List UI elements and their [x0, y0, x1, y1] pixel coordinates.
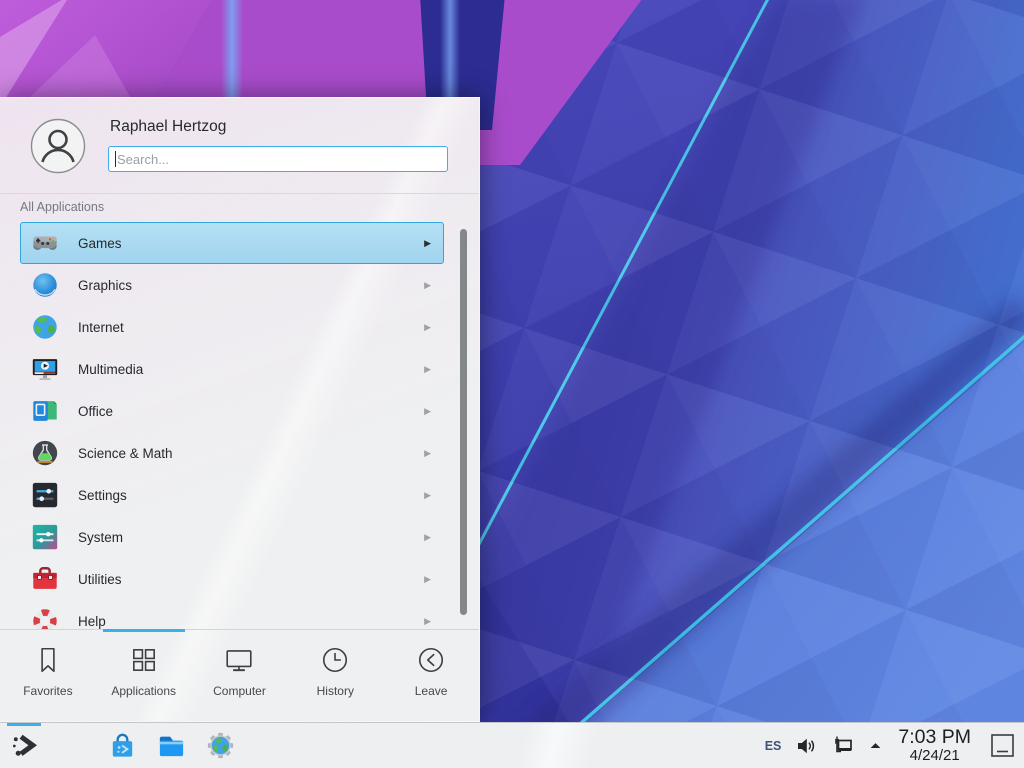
science-flask-icon [30, 438, 60, 468]
submenu-arrow-icon: ▶ [424, 280, 431, 291]
search-input[interactable] [108, 146, 448, 172]
apps-grid-icon [129, 645, 159, 675]
kickoff-icon [9, 730, 40, 761]
category-label: Help [78, 614, 106, 629]
section-label: All Applications [20, 200, 104, 214]
submenu-arrow-icon: ▶ [424, 238, 431, 249]
category-label: System [78, 530, 123, 545]
tray-icon-expand-tray[interactable] [868, 734, 883, 758]
show-desktop-icon [989, 732, 1016, 759]
category-row-multimedia[interactable]: Multimedia ▶ [20, 348, 444, 390]
submenu-arrow-icon: ▶ [424, 574, 431, 585]
earth-globe-icon [30, 312, 60, 342]
category-label: Internet [78, 320, 124, 335]
taskbar-app-discover[interactable] [104, 723, 140, 768]
category-label: Games [78, 236, 122, 251]
category-label: Graphics [78, 278, 132, 293]
speaker-icon [794, 734, 818, 758]
taskbar-app-application-launcher[interactable] [6, 723, 42, 768]
user-avatar-icon [30, 118, 86, 174]
leave-icon [416, 645, 446, 675]
taskbar-app-file-manager[interactable] [153, 723, 189, 768]
discover-bag-icon [107, 730, 138, 761]
tray-icon-volume[interactable] [794, 734, 818, 758]
multimedia-screen-icon [30, 354, 60, 384]
launcher-tabbar: Favorites Applications Computer History … [0, 629, 479, 721]
clock[interactable]: 7:03 PM 4/24/21 [896, 727, 973, 763]
category-list: Games ▶ Graphics ▶ Internet ▶ Multimedia… [0, 220, 479, 629]
taskbar-app-icons [6, 723, 238, 768]
taskbar: ES 7:03 PM 4/24/21 [0, 722, 1024, 768]
folder-icon [156, 730, 187, 761]
category-row-science-math[interactable]: Science & Math ▶ [20, 432, 444, 474]
submenu-arrow-icon: ▶ [424, 490, 431, 501]
category-row-utilities[interactable]: Utilities ▶ [20, 558, 444, 600]
office-documents-icon [30, 396, 60, 426]
help-lifebuoy-icon [30, 606, 60, 629]
tray-icon-network[interactable] [831, 734, 855, 758]
text-cursor [115, 151, 116, 167]
application-launcher-panel: Raphael Hertzog All Applications Games ▶… [0, 97, 480, 722]
tab-applications[interactable]: Applications [96, 630, 192, 721]
category-row-system[interactable]: System ▶ [20, 516, 444, 558]
category-row-internet[interactable]: Internet ▶ [20, 306, 444, 348]
user-avatar[interactable] [30, 118, 86, 174]
submenu-arrow-icon: ▶ [424, 364, 431, 375]
tab-favorites[interactable]: Favorites [0, 630, 96, 721]
tab-label: Computer [213, 684, 266, 698]
user-name: Raphael Hertzog [110, 118, 226, 136]
tab-computer[interactable]: Computer [192, 630, 288, 721]
utilities-toolbox-icon [30, 564, 60, 594]
category-label: Multimedia [78, 362, 143, 377]
category-row-settings[interactable]: Settings ▶ [20, 474, 444, 516]
computer-monitor-icon [224, 645, 254, 675]
caret-up-icon [868, 738, 883, 753]
category-row-office[interactable]: Office ▶ [20, 390, 444, 432]
history-clock-icon [320, 645, 350, 675]
tab-label: Leave [415, 684, 448, 698]
settings-sliders-icon [30, 480, 60, 510]
submenu-arrow-icon: ▶ [424, 532, 431, 543]
tab-label: Favorites [23, 684, 72, 698]
search-field-wrap [108, 146, 448, 172]
browser-globe-icon [205, 730, 236, 761]
category-row-graphics[interactable]: Graphics ▶ [20, 264, 444, 306]
tab-label: Applications [111, 684, 176, 698]
tray-icons [794, 734, 883, 758]
system-tray: ES 7:03 PM 4/24/21 [765, 727, 1016, 763]
category-row-help[interactable]: Help ▶ [20, 600, 444, 629]
gamepad-icon [30, 228, 60, 258]
submenu-arrow-icon: ▶ [424, 616, 431, 627]
taskbar-app-web-browser[interactable] [202, 723, 238, 768]
bookmark-icon [33, 645, 63, 675]
submenu-arrow-icon: ▶ [424, 448, 431, 459]
sphere-icon [30, 270, 60, 300]
category-label: Settings [78, 488, 127, 503]
submenu-arrow-icon: ▶ [424, 406, 431, 417]
show-desktop-button[interactable] [989, 732, 1016, 759]
taskbar-app-system-settings[interactable] [55, 723, 91, 768]
wired-network-icon [831, 734, 855, 758]
category-label: Utilities [78, 572, 122, 587]
desktop[interactable]: Raphael Hertzog All Applications Games ▶… [0, 0, 1024, 768]
launcher-header: Raphael Hertzog [0, 98, 479, 194]
keyboard-layout-indicator[interactable]: ES [765, 739, 782, 753]
category-label: Science & Math [78, 446, 173, 461]
scrollbar[interactable] [460, 229, 467, 615]
tab-history[interactable]: History [287, 630, 383, 721]
tab-label: History [317, 684, 354, 698]
tab-leave[interactable]: Leave [383, 630, 479, 721]
submenu-arrow-icon: ▶ [424, 322, 431, 333]
clock-date: 4/24/21 [910, 748, 960, 764]
clock-time: 7:03 PM [898, 727, 971, 747]
system-sliders-icon [30, 522, 60, 552]
category-row-games[interactable]: Games ▶ [20, 222, 444, 264]
category-label: Office [78, 404, 113, 419]
